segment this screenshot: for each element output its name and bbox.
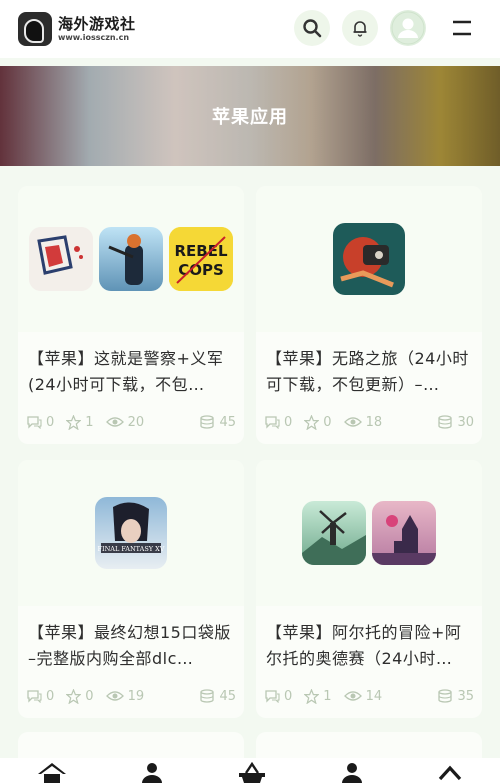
svg-text:FINAL FANTASY XV: FINAL FANTASY XV — [98, 545, 165, 553]
nav-user[interactable] — [140, 762, 164, 783]
search-icon — [303, 19, 322, 38]
this-is-police-app-icon — [29, 227, 93, 291]
menu-icon — [453, 20, 471, 36]
post-card[interactable]: 【苹果】无路之旅（24小时可下载，不包更新）–… 0 0 18 30 — [256, 186, 482, 444]
bottom-nav — [0, 758, 500, 783]
comment-count: 0 — [264, 415, 292, 430]
star-icon — [66, 414, 82, 430]
post-card[interactable]: REBEL COPS 【苹果】这就是警察+义军(24小时可下载，不包… 0 1 2… — [18, 186, 244, 444]
notification-button[interactable] — [342, 10, 378, 46]
coins-icon — [438, 415, 453, 429]
rebel-inc-app-icon — [99, 227, 163, 291]
page-title: 苹果应用 — [212, 107, 288, 128]
nav-back-to-top[interactable] — [437, 762, 463, 783]
altos-adventure-app-icon — [302, 501, 366, 565]
card-thumbnail[interactable]: REBEL COPS — [18, 186, 244, 332]
coin-price: 45 — [199, 689, 236, 704]
card-thumbnail[interactable] — [256, 460, 482, 606]
eye-icon — [105, 691, 124, 701]
coin-price: 30 — [437, 415, 474, 430]
view-count: 20 — [105, 415, 144, 430]
site-logo[interactable]: 海外游戏社 www.iossczn.cn — [18, 12, 136, 46]
comment-count: 0 — [264, 689, 292, 704]
star-icon — [304, 688, 320, 704]
coins-icon — [200, 415, 215, 429]
comment-icon — [27, 416, 42, 429]
bell-icon — [353, 21, 367, 37]
card-title[interactable]: 【苹果】这就是警察+义军(24小时可下载，不包… — [28, 346, 236, 398]
top-header: 海外游戏社 www.iossczn.cn — [0, 0, 500, 58]
profile-icon — [342, 763, 363, 783]
card-stats: 0 1 14 35 — [264, 686, 474, 706]
star-icon — [304, 414, 320, 430]
roads-of-journey-app-icon — [333, 223, 405, 295]
eye-icon — [343, 417, 362, 427]
star-icon — [66, 688, 82, 704]
eye-icon — [343, 691, 362, 701]
user-avatar[interactable] — [390, 10, 426, 46]
card-stats: 0 0 18 30 — [264, 412, 474, 432]
post-card[interactable]: FINAL FANTASY XV 【苹果】最终幻想15口袋版 –完整版内购全部d… — [18, 460, 244, 718]
search-button[interactable] — [294, 10, 330, 46]
coin-price: 35 — [437, 689, 474, 704]
user-icon — [141, 763, 162, 783]
logo-title: 海外游戏社 — [58, 15, 136, 33]
card-stats: 0 0 19 45 — [26, 686, 236, 706]
star-count[interactable]: 0 — [66, 688, 94, 704]
eye-icon — [105, 417, 124, 427]
logo-icon — [18, 12, 52, 46]
coin-price: 45 — [199, 415, 236, 430]
nav-shop[interactable] — [237, 762, 267, 783]
card-thumbnail[interactable]: FINAL FANTASY XV — [18, 460, 244, 606]
category-banner: 苹果应用 — [0, 66, 500, 166]
card-title[interactable]: 【苹果】最终幻想15口袋版 –完整版内购全部dlc… — [28, 620, 236, 672]
rebel-cops-app-icon: REBEL COPS — [169, 227, 233, 291]
comment-count: 0 — [26, 689, 54, 704]
card-thumbnail[interactable] — [256, 186, 482, 332]
home-icon — [37, 763, 66, 783]
comment-icon — [265, 690, 280, 703]
star-count[interactable]: 0 — [304, 414, 332, 430]
final-fantasy-15-pocket-app-icon: FINAL FANTASY XV — [95, 497, 167, 569]
altos-odyssey-app-icon — [372, 501, 436, 565]
star-count[interactable]: 1 — [304, 688, 332, 704]
star-count[interactable]: 1 — [66, 414, 94, 430]
view-count: 19 — [105, 689, 144, 704]
card-title[interactable]: 【苹果】阿尔托的冒险+阿尔托的奥德赛（24小时… — [266, 620, 474, 672]
card-stats: 0 1 20 45 — [26, 412, 236, 432]
card-title[interactable]: 【苹果】无路之旅（24小时可下载，不包更新）–… — [266, 346, 474, 398]
view-count: 18 — [343, 415, 382, 430]
nav-profile[interactable] — [340, 762, 364, 783]
chevron-up-icon — [439, 765, 462, 781]
menu-button[interactable] — [444, 10, 480, 46]
view-count: 14 — [343, 689, 382, 704]
comment-icon — [265, 416, 280, 429]
avatar-icon — [391, 11, 425, 45]
coins-icon — [438, 689, 453, 703]
svg-text:REBEL: REBEL — [174, 242, 227, 260]
nav-home[interactable] — [37, 762, 67, 783]
basket-icon — [238, 762, 265, 783]
comment-icon — [27, 690, 42, 703]
comment-count: 0 — [26, 415, 54, 430]
logo-subtitle: www.iossczn.cn — [58, 33, 130, 42]
coins-icon — [200, 689, 215, 703]
post-card[interactable]: 【苹果】阿尔托的冒险+阿尔托的奥德赛（24小时… 0 1 14 35 — [256, 460, 482, 718]
